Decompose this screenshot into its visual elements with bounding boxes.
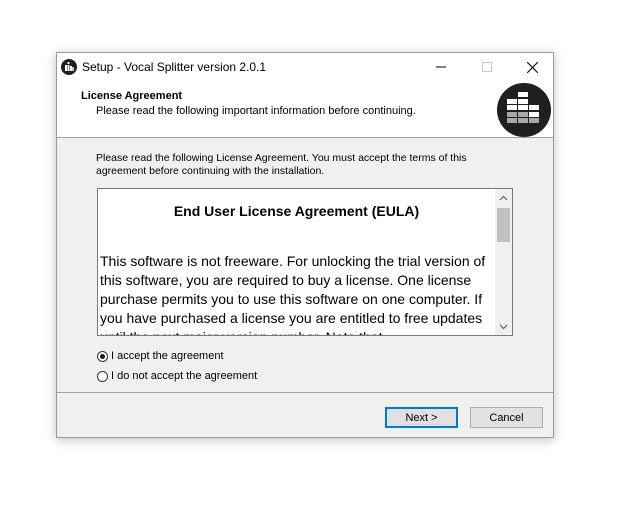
vertical-scrollbar[interactable] [495,189,512,335]
wizard-header: License Agreement Please read the follow… [57,81,553,138]
title-bar[interactable]: Setup - Vocal Splitter version 2.0.1 [57,53,553,81]
cancel-button[interactable]: Cancel [470,407,543,428]
eula-body: This software is not freeware. For unloc… [100,253,486,335]
scroll-up-button[interactable] [495,189,512,206]
maximize-button [464,53,510,81]
app-icon [61,59,77,75]
decline-radio[interactable] [97,370,108,382]
maximize-icon [482,62,492,72]
setup-window: Setup - Vocal Splitter version 2.0.1 Lic… [56,52,554,438]
minimize-button[interactable] [418,53,464,81]
decline-option[interactable]: I do not accept the agreement [97,370,257,382]
next-button[interactable]: Next > [385,407,458,428]
chevron-up-icon [499,195,508,200]
vocal-splitter-logo-icon [497,83,551,137]
page-title: License Agreement [81,90,183,102]
scroll-down-button[interactable] [495,318,512,335]
chevron-down-icon [499,324,508,329]
accept-label[interactable]: I accept the agreement [111,350,224,362]
close-icon [526,61,538,73]
accept-option[interactable]: I accept the agreement [97,350,224,362]
eula-heading: End User License Agreement (EULA) [173,203,420,219]
window-title: Setup - Vocal Splitter version 2.0.1 [82,60,267,74]
decline-label[interactable]: I do not accept the agreement [111,370,257,382]
close-button[interactable] [509,53,553,81]
footer-divider [57,392,553,393]
page-subtitle: Please read the following important info… [96,105,416,117]
minimize-icon [436,66,446,68]
license-content: End User License Agreement (EULA) This s… [98,189,495,335]
accept-radio[interactable] [97,350,108,362]
license-text-area[interactable]: End User License Agreement (EULA) This s… [97,188,513,336]
license-instructions: Please read the following License Agreem… [96,152,467,177]
scroll-thumb[interactable] [497,208,510,242]
